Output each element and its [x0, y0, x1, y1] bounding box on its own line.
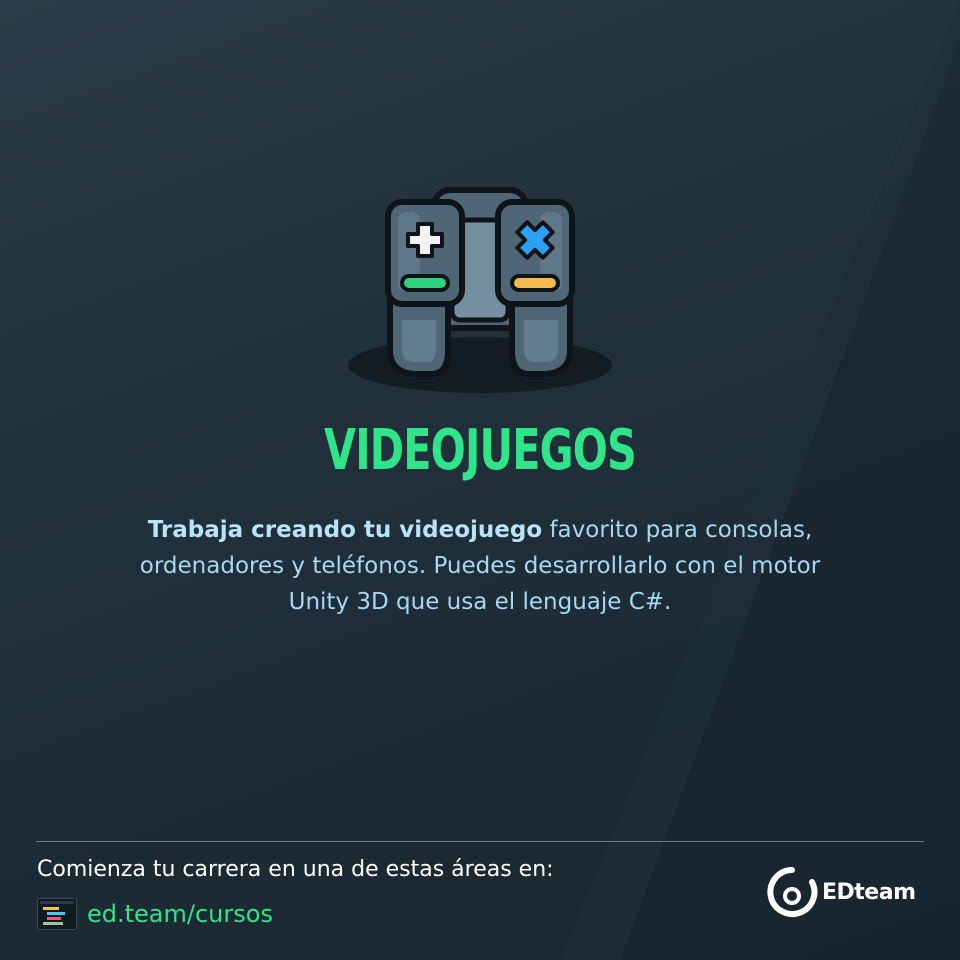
cta-text: Comienza tu carrera en una de estas área…	[37, 857, 554, 882]
game-controller-icon	[340, 180, 620, 400]
page-title: VIDEOJUEGOS	[324, 418, 637, 483]
code-editor-icon	[37, 898, 77, 930]
courses-link-row[interactable]: ed.team/cursos	[37, 896, 273, 932]
divider	[36, 841, 924, 842]
brand-name: EDteam	[822, 879, 916, 905]
edteam-ring-icon	[767, 867, 818, 917]
description: Trabaja creando tu videojuego favorito p…	[130, 512, 830, 620]
edteam-logo: EDteam	[766, 866, 916, 918]
description-bold: Trabaja creando tu videojuego	[147, 517, 543, 543]
courses-link[interactable]: ed.team/cursos	[87, 900, 273, 928]
